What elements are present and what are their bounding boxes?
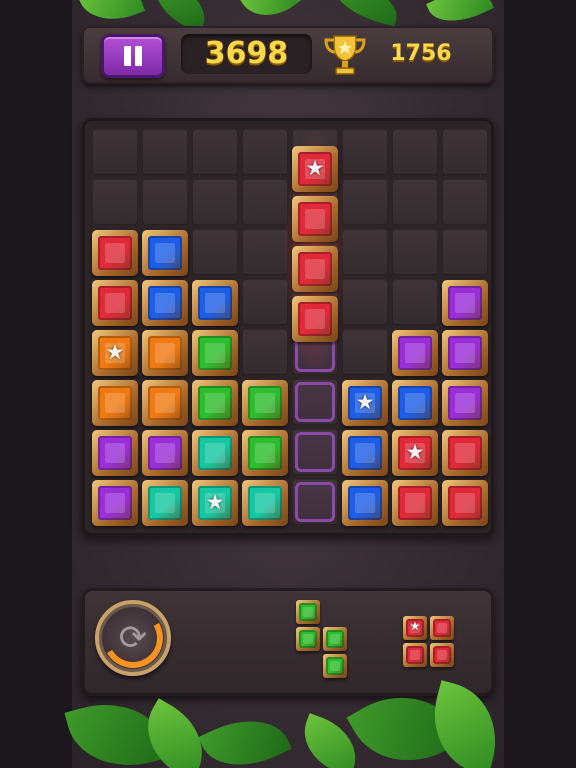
- placed-block: [92, 230, 138, 276]
- board-cell[interactable]: [92, 179, 138, 225]
- dragging-block: [292, 296, 338, 342]
- star-icon: ★: [305, 156, 325, 180]
- placed-block: [142, 230, 188, 276]
- tray-block: [430, 616, 454, 640]
- ghost-cell: [295, 482, 335, 522]
- left-backdrop: [0, 0, 72, 768]
- tray-block: [296, 627, 320, 651]
- placed-block: [92, 430, 138, 476]
- placed-block: [142, 280, 188, 326]
- placed-block: [442, 480, 488, 526]
- board-cell[interactable]: [192, 129, 238, 175]
- tray-block: [296, 600, 320, 624]
- board-cell[interactable]: [442, 229, 488, 275]
- placed-block: [442, 430, 488, 476]
- placed-block: [342, 480, 388, 526]
- tray-block: [323, 654, 347, 678]
- star-icon: ★: [409, 619, 421, 633]
- placed-block: [242, 430, 288, 476]
- board-cell[interactable]: [242, 329, 288, 375]
- trophy-icon: [324, 35, 366, 75]
- board-cell[interactable]: [92, 129, 138, 175]
- board-cell[interactable]: [392, 129, 438, 175]
- placed-block: [192, 430, 238, 476]
- placed-block: [342, 430, 388, 476]
- board-cell[interactable]: [242, 229, 288, 275]
- board-cell[interactable]: [142, 129, 188, 175]
- board-cell[interactable]: [342, 129, 388, 175]
- ghost-cell: [295, 382, 335, 422]
- star-icon: ★: [105, 340, 125, 364]
- placed-block: [142, 430, 188, 476]
- star-icon: ★: [405, 440, 425, 464]
- pause-button[interactable]: [101, 34, 165, 78]
- right-backdrop: [504, 0, 576, 768]
- placed-block: [392, 480, 438, 526]
- placed-block: [92, 380, 138, 426]
- current-score: 3698: [204, 36, 289, 71]
- board-cell[interactable]: [242, 179, 288, 225]
- placed-block: [242, 380, 288, 426]
- board-cell[interactable]: [392, 229, 438, 275]
- placed-block: [442, 380, 488, 426]
- board-cell[interactable]: [392, 279, 438, 325]
- placed-block: [92, 480, 138, 526]
- placed-block: [442, 330, 488, 376]
- tray-block: [403, 643, 427, 667]
- placed-block: [392, 380, 438, 426]
- dragging-block: [292, 246, 338, 292]
- placed-block: ★: [92, 330, 138, 376]
- placed-block: [392, 330, 438, 376]
- board-cell[interactable]: [442, 179, 488, 225]
- board-cell[interactable]: [442, 129, 488, 175]
- placed-block: [192, 380, 238, 426]
- board-cell[interactable]: [392, 179, 438, 225]
- board-cell[interactable]: [342, 279, 388, 325]
- board-cell[interactable]: [192, 179, 238, 225]
- best-score: 1756: [390, 41, 452, 66]
- tray-block: [430, 643, 454, 667]
- board-cell[interactable]: [342, 229, 388, 275]
- dragging-block: [292, 196, 338, 242]
- star-icon: ★: [355, 390, 375, 414]
- board-cell[interactable]: [142, 179, 188, 225]
- placed-block: ★: [392, 430, 438, 476]
- placed-block: [142, 330, 188, 376]
- board-cell[interactable]: [342, 179, 388, 225]
- tray-block: [323, 627, 347, 651]
- placed-block: [442, 280, 488, 326]
- placed-block: ★: [342, 380, 388, 426]
- placed-block: ★: [192, 480, 238, 526]
- placed-block: [92, 280, 138, 326]
- board-cell[interactable]: [192, 229, 238, 275]
- tray-block: ★: [403, 616, 427, 640]
- rotate-icon: ⟳: [118, 618, 148, 658]
- board-cell[interactable]: [242, 129, 288, 175]
- placed-block: [192, 330, 238, 376]
- dragging-block: ★: [292, 146, 338, 192]
- board-cell[interactable]: [242, 279, 288, 325]
- placed-block: [242, 480, 288, 526]
- star-icon: ★: [205, 490, 225, 514]
- ghost-cell: [295, 432, 335, 472]
- placed-block: [192, 280, 238, 326]
- placed-block: [142, 480, 188, 526]
- placed-block: [142, 380, 188, 426]
- board-cell[interactable]: [342, 329, 388, 375]
